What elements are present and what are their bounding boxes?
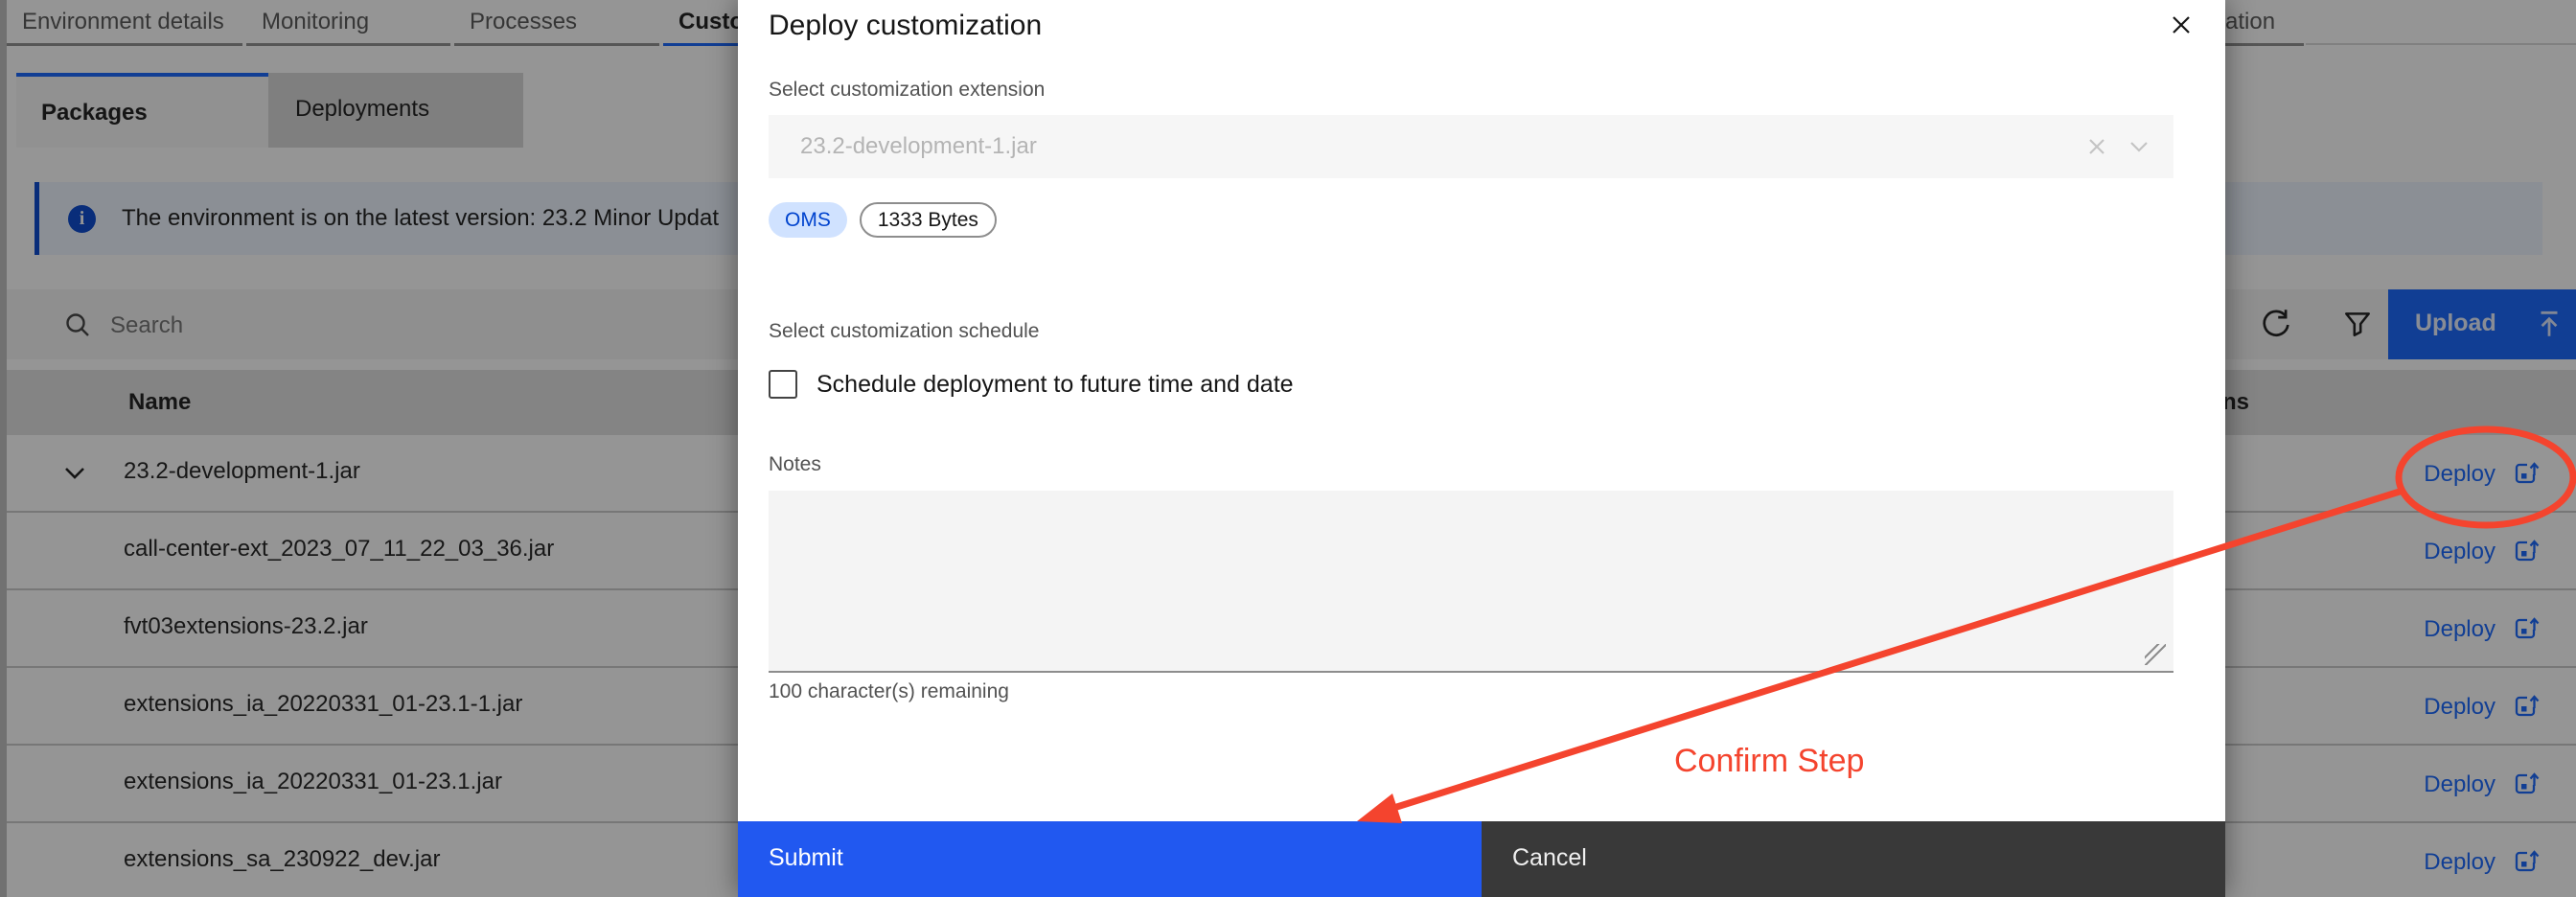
file-size-tag: 1333 Bytes bbox=[859, 202, 997, 238]
notes-textarea[interactable] bbox=[769, 491, 2174, 673]
chevron-down-icon[interactable] bbox=[2128, 139, 2150, 159]
screen: Environment details Monitoring Processes… bbox=[0, 0, 2576, 897]
textarea-resize-handle[interactable] bbox=[2145, 644, 2166, 665]
modal-footer: Submit Cancel bbox=[738, 821, 2225, 897]
oms-tag: OMS bbox=[769, 202, 847, 238]
modal-title: Deploy customization bbox=[769, 10, 1043, 41]
extension-tags: OMS 1333 Bytes bbox=[769, 202, 997, 238]
submit-button[interactable]: Submit bbox=[738, 821, 1482, 897]
notes-label: Notes bbox=[769, 453, 821, 475]
extension-dropdown-value: 23.2-development-1.jar bbox=[800, 133, 1037, 159]
extension-dropdown[interactable]: 23.2-development-1.jar bbox=[769, 115, 2174, 178]
schedule-checkbox-row: Schedule deployment to future time and d… bbox=[769, 370, 1294, 399]
schedule-checkbox-label: Schedule deployment to future time and d… bbox=[816, 370, 1294, 398]
character-counter: 100 character(s) remaining bbox=[769, 680, 1009, 702]
extension-label: Select customization extension bbox=[769, 79, 1046, 101]
schedule-label: Select customization schedule bbox=[769, 320, 1040, 342]
cancel-button[interactable]: Cancel bbox=[1482, 821, 2225, 897]
close-icon[interactable] bbox=[2158, 2, 2204, 48]
clear-selection-icon[interactable] bbox=[2085, 135, 2108, 163]
schedule-checkbox[interactable] bbox=[769, 370, 797, 399]
deploy-customization-modal: Deploy customization Select customizatio… bbox=[738, 0, 2225, 897]
